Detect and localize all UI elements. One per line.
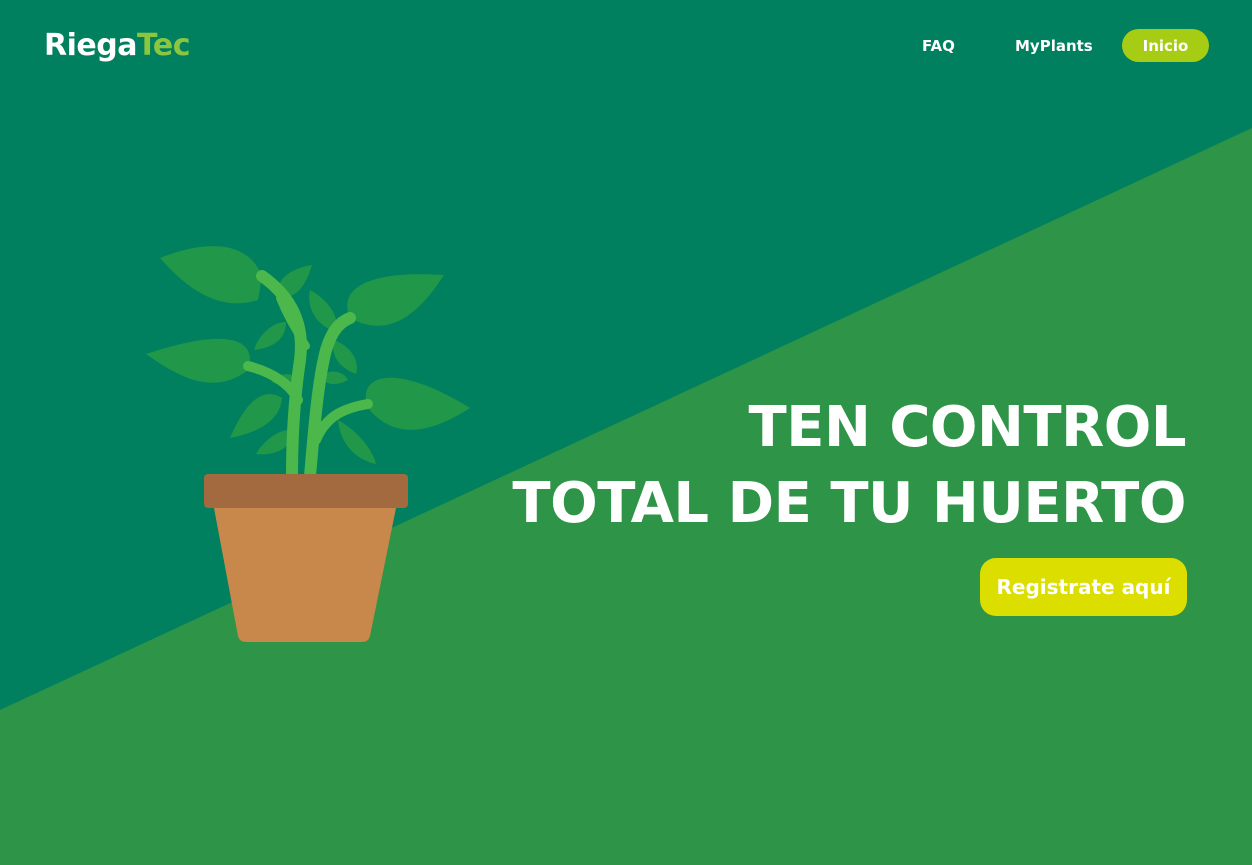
potted-plant-icon (146, 246, 470, 642)
hero-title: TEN CONTROL TOTAL DE TU HUERTO (512, 390, 1186, 542)
register-button[interactable]: Registrate aquí (980, 558, 1187, 616)
nav-link-myplants[interactable]: MyPlants (1015, 34, 1093, 58)
brand-logo-part1: Riega (44, 28, 137, 63)
brand-logo-part2: Tec (136, 28, 191, 63)
plant-pot-rim (204, 474, 408, 508)
nav-link-faq[interactable]: FAQ (922, 34, 955, 58)
nav-inicio-button[interactable]: Inicio (1122, 29, 1209, 62)
navbar: RiegaTec FAQ MyPlants Inicio (0, 0, 1252, 92)
hero-title-line2: TOTAL DE TU HUERTO (512, 471, 1186, 536)
hero-title-line1: TEN CONTROL (748, 395, 1187, 460)
plant-pot-body (214, 508, 396, 642)
plant-pot (204, 474, 408, 642)
brand-logo[interactable]: RiegaTec (44, 26, 191, 66)
